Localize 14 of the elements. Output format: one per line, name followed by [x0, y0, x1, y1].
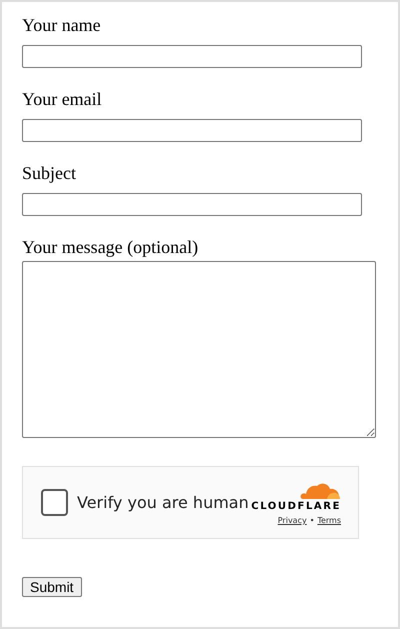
field-label: Your message (optional) [22, 236, 198, 258]
privacy-link[interactable]: Privacy [278, 516, 307, 525]
text-input[interactable] [22, 193, 362, 216]
brand-wordmark: CLOUDFLARE [251, 501, 341, 512]
link-separator: • [310, 516, 314, 525]
field-label: Subject [22, 162, 76, 184]
text-input[interactable] [22, 45, 362, 68]
submit-button[interactable]: Submit [22, 577, 82, 597]
field-label: Your email [22, 88, 102, 110]
text-input[interactable] [22, 119, 362, 142]
verify-checkbox[interactable] [41, 489, 68, 516]
terms-link[interactable]: Terms [317, 516, 341, 525]
field-label: Your name [22, 14, 101, 36]
verify-label: Verify you are human [77, 493, 250, 512]
